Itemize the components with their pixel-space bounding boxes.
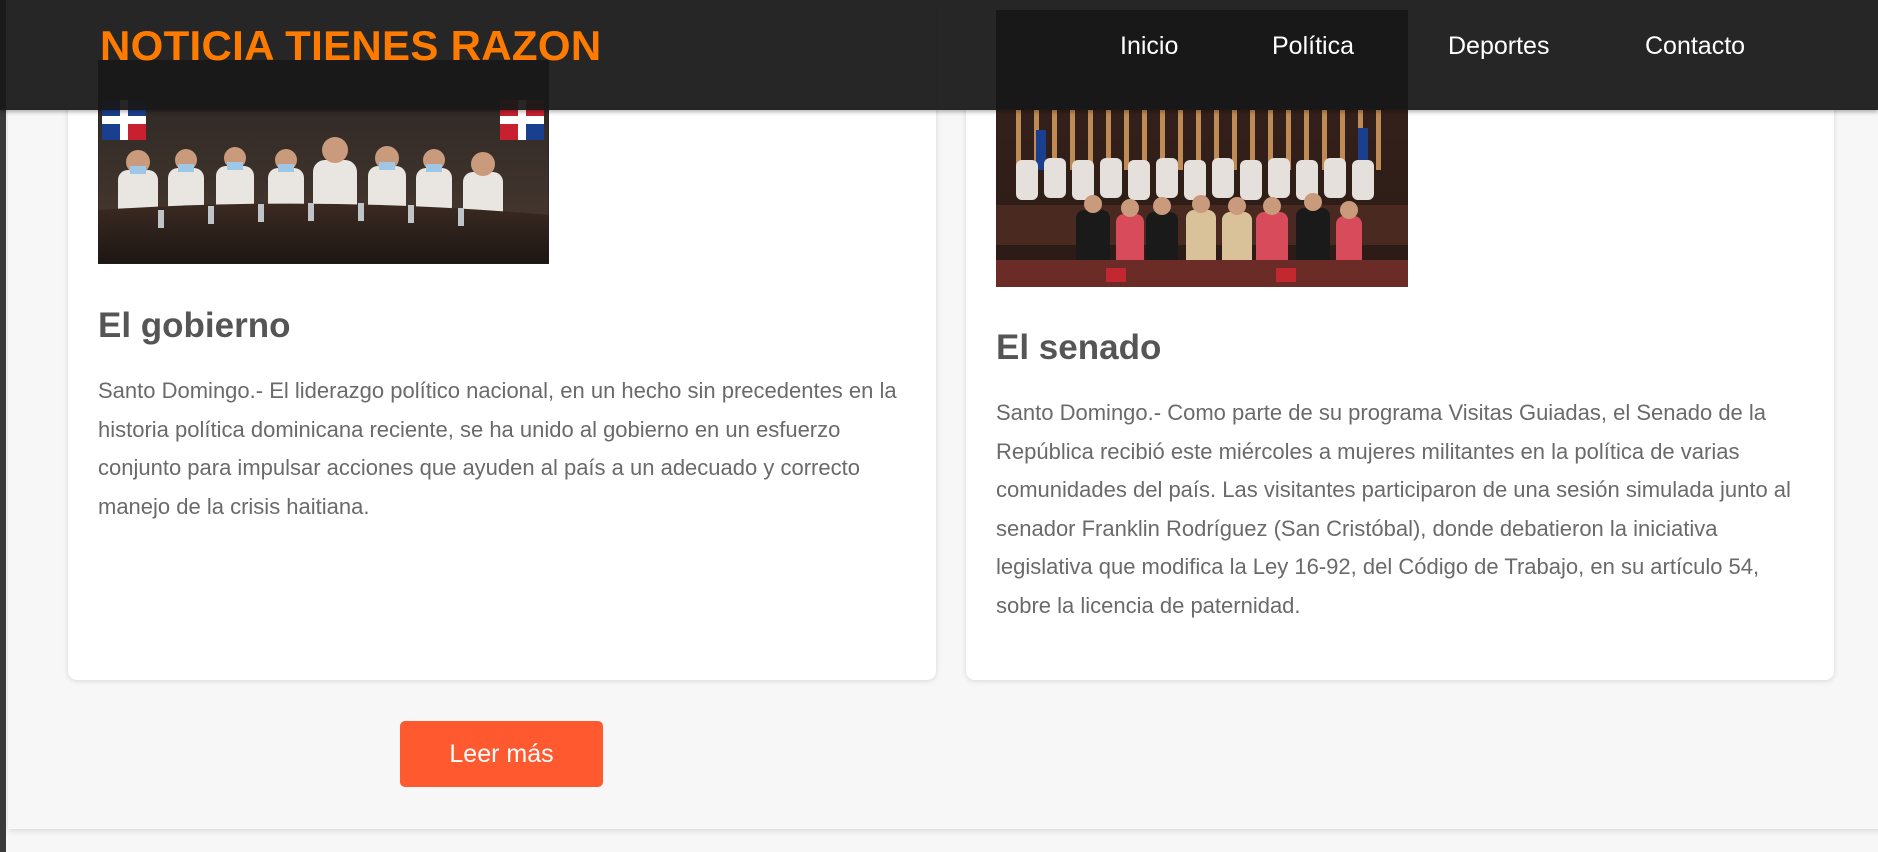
site-logo-text[interactable]: NOTICIA TIENES RAZON [100, 22, 601, 70]
article-title: El gobierno [98, 306, 291, 345]
nav-link-contacto[interactable]: Contacto [1645, 32, 1745, 61]
article-title: El senado [996, 328, 1162, 367]
article-body: Santo Domingo.- El liderazgo político na… [98, 378, 897, 519]
read-more-button[interactable]: Leer más [400, 721, 603, 787]
top-navbar: NOTICIA TIENES RAZON Inicio Política Dep… [0, 0, 1878, 110]
nav-link-deportes[interactable]: Deportes [1448, 32, 1549, 61]
nav-link-inicio[interactable]: Inicio [1120, 32, 1178, 61]
nav-link-politica[interactable]: Política [1272, 32, 1354, 61]
page-viewport: El gobierno Santo Domingo.- El liderazgo… [6, 0, 1878, 852]
article-body: Santo Domingo.- Como parte de su program… [996, 400, 1791, 618]
news-section: El gobierno Santo Domingo.- El liderazgo… [8, 0, 1878, 829]
